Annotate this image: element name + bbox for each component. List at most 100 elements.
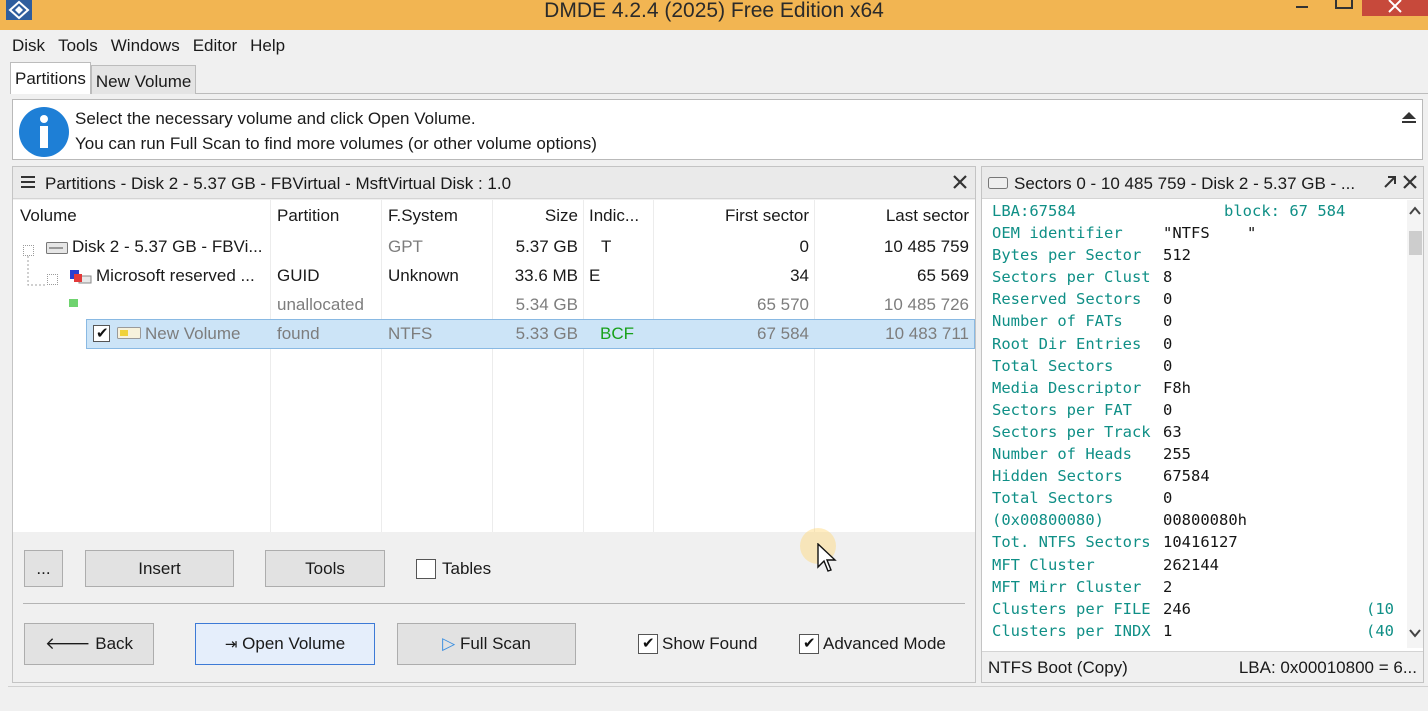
close-panel-icon[interactable] — [953, 175, 967, 189]
tab-strip: Partitions New Volume — [10, 62, 197, 94]
field-value: 1 — [1163, 621, 1173, 640]
back-arrow-icon: 🡐 — [44, 634, 91, 653]
field-value: 512 — [1163, 246, 1191, 265]
scrollbar-thumb[interactable] — [1409, 231, 1422, 255]
boot-field-row: Bytes per Sector — [992, 246, 1141, 264]
menu-windows[interactable]: Windows — [111, 36, 180, 56]
field-name: MFT Cluster — [992, 555, 1095, 574]
col-header-last-sector[interactable]: Last sector — [886, 206, 969, 226]
block-label: block: 67 584 — [1224, 202, 1346, 220]
check-mark-icon: ✔ — [642, 635, 655, 652]
vertical-scrollbar[interactable] — [1407, 200, 1423, 648]
col-header-size[interactable]: Size — [545, 206, 578, 226]
field-name: MFT Mirr Cluster — [992, 577, 1142, 596]
tab-new-volume[interactable]: New Volume — [90, 65, 197, 94]
info-text-line2: You can run Full Scan to find more volum… — [75, 134, 597, 153]
window-title: DMDE 4.2.4 (2025) Free Edition x64 — [544, 0, 884, 22]
sectors-status-bar: NTFS Boot (Copy) LBA: 0x00010800 = 6... — [982, 651, 1423, 682]
advanced-mode-checkbox[interactable]: ✔ — [799, 634, 819, 654]
field-name: Reserved Sectors — [992, 290, 1142, 309]
minimize-button[interactable] — [1290, 0, 1314, 16]
col-header-volume[interactable]: Volume — [20, 206, 77, 226]
scroll-down-icon[interactable] — [1409, 628, 1421, 638]
field-name: Hidden Sectors — [992, 467, 1123, 486]
column-divider — [583, 200, 584, 532]
cell-partition: unallocated — [277, 295, 364, 314]
full-scan-button[interactable]: ▷ Full Scan — [397, 623, 576, 665]
tree-expander[interactable] — [23, 245, 34, 256]
back-button-label: Back — [95, 634, 134, 653]
cell-last-sector: 10 485 726 — [883, 295, 969, 314]
hamburger-menu-icon[interactable] — [21, 176, 35, 188]
menu-editor[interactable]: Editor — [193, 36, 237, 56]
tab-partitions[interactable]: Partitions — [10, 62, 91, 94]
field-value: 8 — [1163, 268, 1173, 287]
boot-sector-view[interactable]: LBA:67584 block: 67 584 OEM identifier "N… — [982, 200, 1407, 648]
tables-label[interactable]: Tables — [442, 559, 491, 579]
block-label-row: block: 67 584 — [1224, 202, 1345, 220]
sector-type-label: NTFS Boot (Copy) — [988, 658, 1128, 677]
field-value: 0 — [1163, 334, 1173, 353]
cell-last-sector: 10 485 759 — [883, 237, 969, 256]
tree-expander[interactable] — [47, 274, 58, 285]
cell-fsystem: Unknown — [388, 266, 459, 285]
scroll-up-icon[interactable] — [1409, 206, 1421, 216]
play-icon: ▷ — [442, 634, 456, 653]
maximize-button[interactable] — [1330, 0, 1358, 16]
partitions-panel: Partitions - Disk 2 - 5.37 GB - FBVirtua… — [12, 166, 976, 683]
field-name: Total Sectors — [992, 356, 1114, 375]
boot-field-row: Number of Heads — [992, 445, 1132, 463]
cell-size: 5.33 GB — [515, 324, 578, 343]
menu-help[interactable]: Help — [250, 36, 285, 56]
field-name: Clusters per INDX — [992, 621, 1151, 640]
open-volume-button[interactable]: ⇥ Open Volume — [195, 623, 375, 665]
cell-volume: Disk 2 - 5.37 GB - FBVi... — [72, 237, 263, 256]
show-found-label[interactable]: Show Found — [662, 634, 757, 654]
menu-tools[interactable]: Tools — [58, 36, 98, 56]
close-window-button[interactable] — [1362, 0, 1428, 16]
partitions-panel-header: Partitions - Disk 2 - 5.37 GB - FBVirtua… — [13, 167, 975, 199]
collapse-icon[interactable] — [1400, 110, 1418, 126]
full-scan-label: Full Scan — [459, 634, 531, 653]
boot-field-row: Clusters per INDX — [992, 622, 1151, 640]
field-name: (0x00800080) — [992, 511, 1104, 530]
col-header-first-sector[interactable]: First sector — [725, 206, 809, 226]
back-button[interactable]: 🡐 Back — [24, 623, 154, 665]
lba-position-label: LBA: 0x00010800 = 6... — [1238, 658, 1417, 677]
row-checkbox[interactable]: ✔ — [93, 325, 110, 342]
boot-field-row: Sectors per Track — [992, 423, 1151, 441]
status-bar — [8, 686, 1428, 711]
close-panel-icon[interactable] — [1403, 175, 1417, 189]
cell-size: 5.37 GB — [515, 237, 578, 256]
tree-lines — [27, 256, 45, 286]
field-value: 246 — [1163, 599, 1191, 618]
cell-indicators: T — [601, 237, 612, 256]
field-value: 0 — [1163, 290, 1173, 309]
show-found-checkbox[interactable]: ✔ — [638, 634, 658, 654]
expand-icon[interactable] — [1383, 175, 1397, 189]
advanced-mode-label[interactable]: Advanced Mode — [823, 634, 946, 654]
field-name: Number of Heads — [992, 445, 1132, 463]
col-header-indicators[interactable]: Indic... — [589, 206, 639, 226]
cell-last-sector: 65 569 — [917, 266, 969, 285]
volume-drive-icon — [117, 327, 141, 339]
col-header-fsystem[interactable]: F.System — [388, 206, 458, 226]
field-name: Sectors per FAT — [992, 400, 1132, 419]
menu-disk[interactable]: Disk — [12, 36, 45, 56]
unallocated-marker-icon — [69, 299, 78, 307]
field-value: 262144 — [1163, 555, 1219, 574]
tools-button[interactable]: Tools — [265, 550, 385, 587]
cell-first-sector: 65 570 — [757, 295, 809, 314]
col-header-partition[interactable]: Partition — [277, 206, 339, 226]
field-name: Root Dir Entries — [992, 334, 1142, 353]
field-value: 255 — [1163, 445, 1191, 463]
insert-button[interactable]: Insert — [85, 550, 234, 587]
boot-field-row: OEM identifier — [992, 224, 1123, 242]
cell-first-sector: 67 584 — [757, 324, 809, 343]
field-value: 0 — [1163, 489, 1173, 508]
tables-checkbox[interactable] — [416, 559, 436, 579]
cell-partition: found — [277, 324, 320, 343]
column-divider — [814, 200, 815, 532]
boot-field-row: Clusters per FILE — [992, 600, 1151, 618]
more-options-button[interactable]: ... — [24, 550, 63, 587]
